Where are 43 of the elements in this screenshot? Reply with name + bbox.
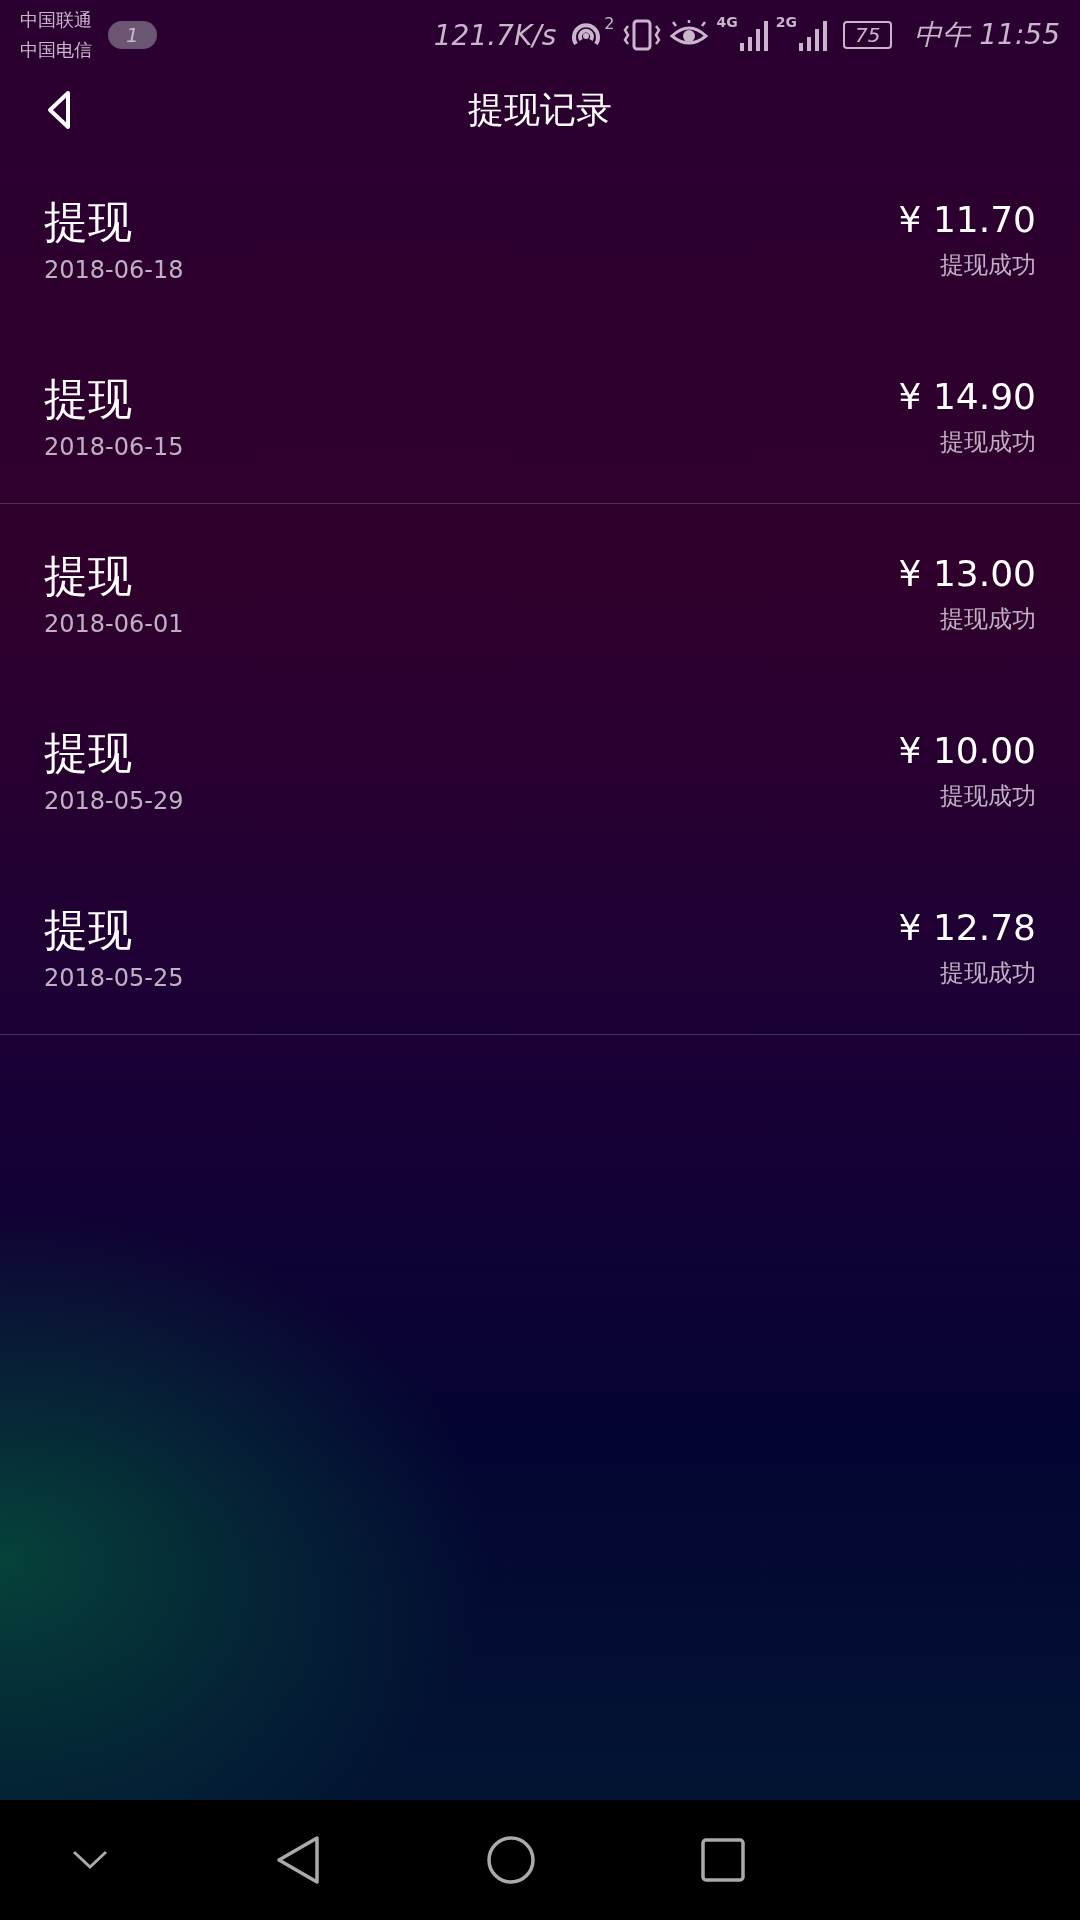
withdrawal-record[interactable]: 提现 2018-06-01 ¥ 13.00 提现成功: [0, 504, 1080, 681]
record-title: 提现: [44, 549, 133, 603]
record-status: 提现成功: [940, 958, 1036, 989]
record-status: 提现成功: [940, 604, 1036, 635]
withdrawal-record[interactable]: 提现 2018-06-15 ¥ 14.90 提现成功: [0, 327, 1080, 504]
record-amount: ¥ 10.00: [898, 729, 1036, 773]
back-icon: [46, 90, 72, 130]
carrier-name: 中国电信: [20, 38, 92, 62]
network-type: 4G: [716, 14, 738, 30]
record-title: 提现: [44, 195, 133, 249]
network-type: 2G: [775, 14, 797, 30]
record-date: 2018-06-01: [44, 610, 184, 638]
battery-level: 75: [842, 21, 893, 49]
record-title: 提现: [44, 903, 133, 957]
clock: 中午 11:55: [914, 17, 1060, 53]
home-icon[interactable]: [486, 1835, 536, 1885]
record-amount: ¥ 13.00: [898, 552, 1036, 596]
hide-keyboard-icon[interactable]: [70, 1848, 110, 1872]
withdrawal-record[interactable]: 提现 2018-06-18 ¥ 11.70 提现成功: [0, 150, 1080, 327]
back-icon[interactable]: [275, 1835, 321, 1885]
record-date: 2018-06-18: [44, 256, 184, 284]
page-title: 提现记录: [468, 87, 612, 132]
record-date: 2018-06-15: [44, 433, 184, 461]
hotspot-count: 2: [604, 14, 615, 33]
recents-icon[interactable]: [701, 1838, 745, 1882]
withdrawal-record[interactable]: 提现 2018-05-25 ¥ 12.78 提现成功: [0, 858, 1080, 1035]
record-date: 2018-05-29: [44, 787, 184, 815]
record-amount: ¥ 11.70: [898, 198, 1036, 242]
signal-icon: [798, 19, 827, 51]
record-amount: ¥ 14.90: [898, 375, 1036, 419]
record-status: 提现成功: [940, 427, 1036, 458]
record-title: 提现: [44, 372, 133, 426]
signal-icon: [739, 19, 768, 51]
network-speed: 121.7K/s: [433, 18, 557, 52]
record-status: 提现成功: [940, 250, 1036, 281]
record-amount: ¥ 12.78: [898, 906, 1036, 950]
carrier-name: 中国联通: [20, 8, 92, 32]
record-date: 2018-05-25: [44, 964, 184, 992]
record-status: 提现成功: [940, 781, 1036, 812]
withdrawal-record[interactable]: 提现 2018-05-29 ¥ 10.00 提现成功: [0, 681, 1080, 858]
vibrate-icon: [622, 18, 663, 52]
notification-badge: 1: [108, 21, 157, 49]
record-title: 提现: [44, 726, 133, 780]
